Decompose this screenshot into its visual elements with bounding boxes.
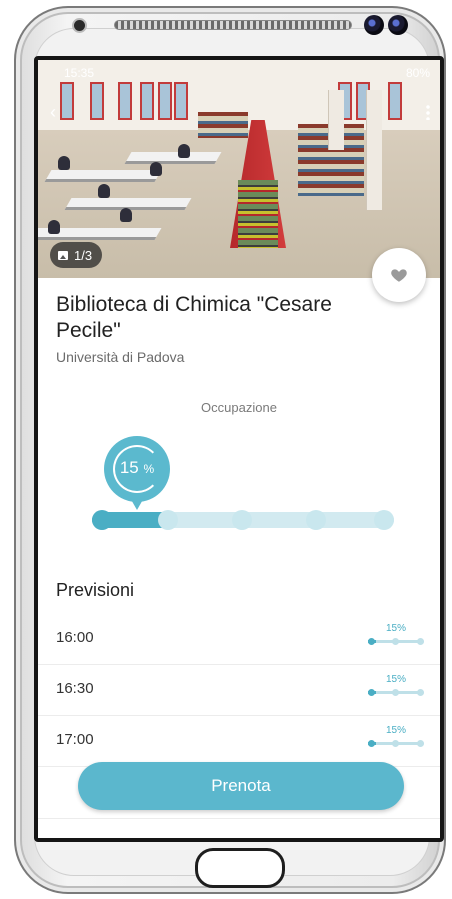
gauge-node xyxy=(374,510,394,530)
photo-window xyxy=(388,82,402,120)
photo-bookcase xyxy=(198,112,248,138)
forecast-bar-node xyxy=(392,638,399,645)
forecast-bar xyxy=(368,689,424,697)
forecast-bar xyxy=(368,638,424,646)
battery-level: 80% xyxy=(405,66,430,80)
forecast-bar-node xyxy=(417,638,424,645)
forecast-bar xyxy=(368,740,424,748)
camera-lens xyxy=(388,15,408,35)
forecast-title: Previsioni xyxy=(56,580,135,600)
photo-person xyxy=(48,220,60,234)
app-screen: 15:35 80% ‹ 1/3 Biblioteca di Chimica "C… xyxy=(34,56,444,842)
forecast-bar-node xyxy=(368,638,375,645)
status-time: 15:35 xyxy=(64,66,95,80)
earpiece-speaker xyxy=(114,20,352,30)
forecast-percent: 15% xyxy=(386,725,407,736)
forecast-bar-node xyxy=(392,740,399,747)
photo-person xyxy=(150,162,162,176)
forecast-bar-node xyxy=(368,740,375,747)
book-button[interactable]: Prenota xyxy=(78,762,404,810)
photo-person xyxy=(178,144,190,158)
photo-window xyxy=(174,82,188,120)
favorite-button[interactable] xyxy=(372,248,426,302)
status-bar: 15:35 80% xyxy=(38,64,440,82)
occupancy-gauge xyxy=(92,510,394,530)
image-icon xyxy=(58,250,68,260)
photo-desk xyxy=(124,152,222,164)
forecast-row: 16:00 15% xyxy=(38,614,440,665)
photo-window xyxy=(90,82,104,120)
gauge-node xyxy=(158,510,178,530)
back-arrow-icon[interactable]: ‹ xyxy=(50,102,56,123)
forecast-time: 16:30 xyxy=(56,680,94,697)
forecast-bar-node xyxy=(417,689,424,696)
heart-icon xyxy=(390,266,408,284)
photo-desk xyxy=(44,170,162,182)
photo-pillar xyxy=(366,90,382,210)
camera-lens xyxy=(364,15,384,35)
photo-counter-text: 1/3 xyxy=(74,247,93,263)
forecast-time: 17:00 xyxy=(56,731,94,748)
occupancy-indicator: 15 % xyxy=(104,436,170,510)
forecast-row: 17:00 15% xyxy=(38,716,440,767)
front-camera-dot xyxy=(74,20,85,31)
occupancy-number: 15 xyxy=(119,458,139,477)
forecast-percent: 15% xyxy=(386,623,407,634)
gauge-node xyxy=(92,510,112,530)
photo-pillar xyxy=(328,90,344,150)
forecast-bar-node xyxy=(368,689,375,696)
photo-person xyxy=(120,208,132,222)
photo-window xyxy=(158,82,172,120)
home-button[interactable] xyxy=(195,848,285,888)
photo-window xyxy=(140,82,154,120)
library-photo[interactable]: 15:35 80% ‹ 1/3 xyxy=(38,60,440,278)
photo-window xyxy=(118,82,132,120)
gauge-node xyxy=(306,510,326,530)
photo-person xyxy=(98,184,110,198)
forecast-time: 16:00 xyxy=(56,629,94,646)
forecast-percent: 15% xyxy=(386,674,407,685)
library-name: Biblioteca di Chimica "Cesare Pecile" xyxy=(56,293,332,342)
occupancy-label: Occupazione xyxy=(201,400,277,415)
photo-person xyxy=(58,156,70,170)
divider xyxy=(38,818,440,819)
photo-bookshelf xyxy=(238,180,278,248)
forecast-list: 16:00 15% 16:30 15% 17:00 15% xyxy=(38,614,440,767)
forecast-row: 16:30 15% xyxy=(38,665,440,716)
occupancy-unit: % xyxy=(143,462,155,476)
photo-counter: 1/3 xyxy=(50,242,103,268)
occupancy-value: 15 % xyxy=(104,458,170,478)
photo-window xyxy=(60,82,74,120)
gauge-node xyxy=(232,510,252,530)
more-vertical-icon[interactable] xyxy=(426,104,430,120)
university-name: Università di Padova xyxy=(56,349,185,365)
forecast-bar-node xyxy=(417,740,424,747)
forecast-bar-node xyxy=(392,689,399,696)
